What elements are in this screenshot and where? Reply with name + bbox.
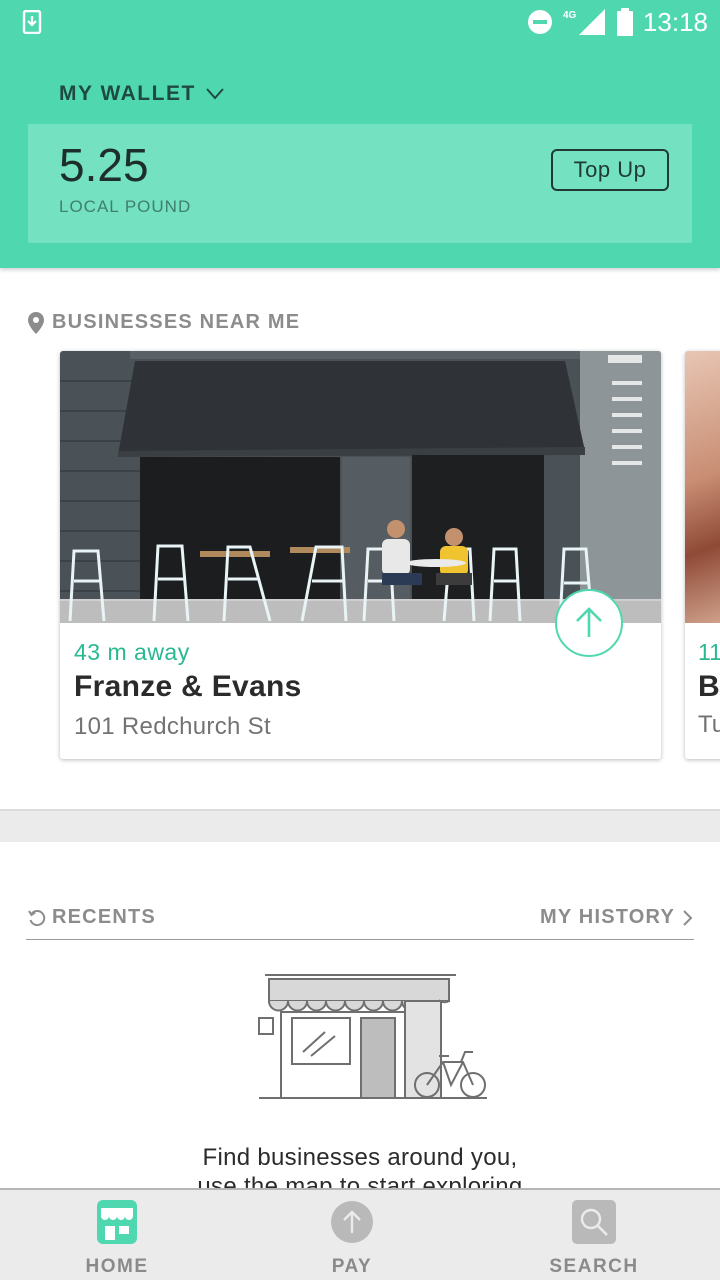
my-history-link[interactable]: MY HISTORY xyxy=(540,906,693,929)
pay-business-button[interactable] xyxy=(555,589,623,657)
location-pin-icon xyxy=(28,311,44,334)
chevron-right-icon xyxy=(683,909,693,926)
wallet-header: 4G 13:18 MY WALLET 5.25 LOCAL POUND Top … xyxy=(0,0,720,268)
arrow-up-icon xyxy=(576,607,602,637)
near-me-title: BUSINESSES NEAR ME xyxy=(52,311,301,333)
business-distance: 110 xyxy=(698,639,720,665)
business-card[interactable]: 110 B Tu xyxy=(685,351,720,759)
empty-message-line: Find businesses around you, xyxy=(202,1144,518,1171)
battery-icon xyxy=(616,8,633,36)
business-info: 43 m away Franze & Evans 101 Redchurch S… xyxy=(74,639,302,741)
arrow-up-circle-icon xyxy=(331,1201,373,1243)
currency-label: LOCAL POUND xyxy=(59,197,192,216)
nav-search[interactable]: SEARCH xyxy=(514,1190,674,1280)
business-card[interactable]: 43 m away Franze & Evans 101 Redchurch S… xyxy=(60,351,661,759)
balance-amount: 5.25 xyxy=(59,139,149,191)
cell-signal-icon: 4G xyxy=(563,9,605,35)
recents-header: RECENTS xyxy=(28,906,156,929)
chevron-down-icon xyxy=(206,88,224,100)
nav-home-label: HOME xyxy=(85,1256,149,1277)
business-name: B xyxy=(698,670,720,703)
recents-divider xyxy=(26,939,694,940)
nav-search-label: SEARCH xyxy=(549,1256,639,1277)
my-history-label: MY HISTORY xyxy=(540,906,675,928)
history-icon xyxy=(28,909,46,926)
clock: 13:18 xyxy=(642,6,708,37)
shop-illustration-icon xyxy=(258,974,487,1099)
storefront-icon xyxy=(97,1200,137,1244)
do-not-disturb-icon xyxy=(527,10,552,34)
business-address: Tu xyxy=(698,711,720,738)
nav-pay-label: PAY xyxy=(331,1256,373,1277)
business-distance: 43 m away xyxy=(74,639,190,665)
balance-card: 5.25 LOCAL POUND Top Up xyxy=(28,124,692,243)
business-address: 101 Redchurch St xyxy=(74,713,271,740)
wallet-selector[interactable]: MY WALLET xyxy=(59,82,224,106)
wallet-selector-label: MY WALLET xyxy=(59,82,196,105)
business-photo xyxy=(685,351,720,623)
nav-home[interactable]: HOME xyxy=(37,1190,197,1280)
storefront-photo-icon xyxy=(60,351,661,623)
bottom-navigation: HOME PAY SEARCH xyxy=(0,1188,720,1280)
nav-pay[interactable]: PAY xyxy=(272,1190,432,1280)
top-up-button[interactable]: Top Up xyxy=(551,149,669,191)
status-bar: 4G 13:18 xyxy=(0,0,720,44)
business-name: Franze & Evans xyxy=(74,670,302,703)
business-photo xyxy=(60,351,661,623)
network-type-label: 4G xyxy=(563,10,577,21)
download-notification-icon xyxy=(22,10,42,34)
recents-title: RECENTS xyxy=(52,906,156,928)
near-me-header: BUSINESSES NEAR ME xyxy=(28,311,300,334)
magnifier-icon xyxy=(572,1200,616,1244)
section-spacer xyxy=(0,811,720,842)
